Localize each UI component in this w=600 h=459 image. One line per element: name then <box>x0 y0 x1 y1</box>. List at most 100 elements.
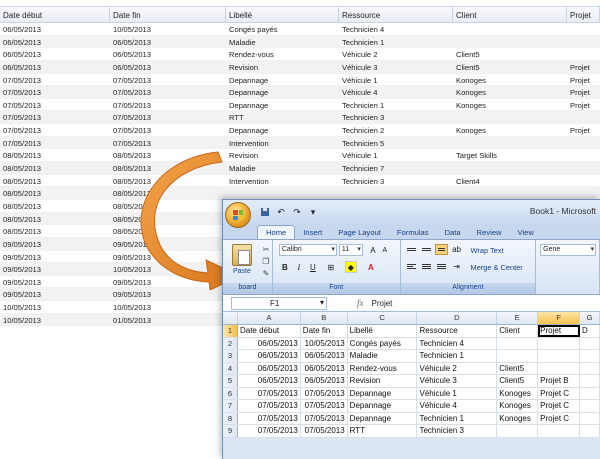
table-row[interactable]: 07/05/2013 07/05/2013 Intervention Technici… <box>0 136 600 150</box>
sheet-cell[interactable]: Congés payés <box>348 337 418 349</box>
active-cell[interactable]: Projet <box>538 325 581 337</box>
select-all-corner[interactable] <box>223 312 238 324</box>
sheet-cell[interactable]: Projet C <box>538 412 581 424</box>
orientation-icon[interactable]: ab <box>451 243 463 255</box>
sheet-cell[interactable]: Client5 <box>497 362 539 374</box>
align-middle-icon[interactable] <box>420 244 433 255</box>
wrap-text-button[interactable]: Wrap Text <box>471 246 504 255</box>
fx-icon[interactable]: fx <box>357 298 364 308</box>
col-header-g[interactable]: G <box>580 312 600 324</box>
underline-button[interactable]: U <box>307 261 319 273</box>
col-header-e[interactable]: E <box>497 312 539 324</box>
formula-input[interactable]: Projet <box>372 299 393 308</box>
table-row[interactable]: 07/05/2013 07/05/2013 Depannage Technicien … <box>0 124 600 137</box>
copy-icon[interactable]: ❐ <box>261 257 271 266</box>
sheet-cell[interactable]: Konoges <box>497 387 539 399</box>
tab-view[interactable]: View <box>510 226 542 239</box>
sheet-cell[interactable]: 06/05/2013 <box>301 350 348 362</box>
col-header-f[interactable]: F <box>538 312 581 324</box>
font-name-select[interactable]: Calibri <box>278 244 337 256</box>
save-icon[interactable] <box>259 206 271 218</box>
sheet-cell[interactable]: 07/05/2013 <box>301 400 348 412</box>
grow-font-icon[interactable]: A <box>367 244 379 256</box>
sheet-cell[interactable]: 06/05/2013 <box>238 362 301 374</box>
table-row[interactable]: 06/05/2013 06/05/2013 Maladie Technicien 1 <box>0 35 600 49</box>
sheet-cell[interactable] <box>538 362 581 374</box>
bold-button[interactable]: B <box>279 261 291 273</box>
table-row[interactable]: 08/05/2013 08/05/2013 Maladie Technicien 7 <box>0 162 600 175</box>
sheet-cell[interactable]: Véhicule 1 <box>417 387 498 399</box>
sheet-cell[interactable]: Projet C <box>538 387 581 399</box>
sheet-cell[interactable] <box>538 425 581 437</box>
tab-data[interactable]: Data <box>437 226 469 239</box>
paste-icon[interactable] <box>232 244 252 266</box>
row-header[interactable]: 3 <box>223 350 238 362</box>
sheet-cell[interactable] <box>580 412 600 424</box>
sheet-cell[interactable] <box>538 350 581 362</box>
row-header[interactable]: 4 <box>223 362 238 374</box>
sheet-cell[interactable]: D <box>580 325 600 337</box>
sheet-cell[interactable]: Maladie <box>348 350 418 362</box>
sheet-cell[interactable]: 06/05/2013 <box>238 337 301 349</box>
header-libelle[interactable]: Libellé <box>226 7 339 22</box>
sheet-cell[interactable]: Véhicule 2 <box>417 362 498 374</box>
sheet-cell[interactable]: Revision <box>348 375 418 387</box>
font-color-icon[interactable]: A <box>365 261 377 273</box>
sheet-cell[interactable]: Date début <box>238 325 301 337</box>
sheet-cell[interactable]: Ressource <box>417 325 498 337</box>
sheet-cell[interactable]: Konoges <box>497 412 539 424</box>
name-box[interactable]: F1 <box>231 296 327 310</box>
tab-home[interactable]: Home <box>257 225 296 239</box>
sheet-cell[interactable]: 07/05/2013 <box>301 387 348 399</box>
tab-insert[interactable]: Insert <box>295 226 330 239</box>
sheet-cell[interactable] <box>580 375 600 387</box>
sheet-cell[interactable]: Depannage <box>348 400 418 412</box>
table-row[interactable]: 06/05/2013 06/05/2013 Revision Véhicule 3 Cl… <box>0 60 600 74</box>
sheet-cell[interactable]: Technicien 1 <box>417 412 498 424</box>
table-row[interactable]: 07/05/2013 07/05/2013 RTT Technicien 3 <box>0 111 600 125</box>
shrink-font-icon[interactable]: A <box>379 244 391 256</box>
merge-center-button[interactable]: Merge & Center <box>471 263 523 272</box>
col-header-c[interactable]: C <box>348 312 418 324</box>
align-center-icon[interactable] <box>420 261 433 272</box>
sheet-cell[interactable]: Date fin <box>301 325 348 337</box>
tab-review[interactable]: Review <box>469 226 510 239</box>
sheet-cell[interactable]: 10/05/2013 <box>301 337 348 349</box>
undo-icon[interactable]: ↶ <box>275 206 287 218</box>
sheet-cell[interactable] <box>580 337 600 349</box>
sheet-cell[interactable] <box>580 362 600 374</box>
sheet-cell[interactable] <box>497 350 539 362</box>
sheet-cell[interactable] <box>497 337 539 349</box>
sheet-cell[interactable]: 07/05/2013 <box>301 412 348 424</box>
header-ressource[interactable]: Ressource <box>339 7 453 22</box>
sheet-cell[interactable]: Depannage <box>348 412 418 424</box>
row-header[interactable]: 9 <box>223 425 238 437</box>
sheet-cell[interactable]: Depannage <box>348 387 418 399</box>
sheet-cell[interactable]: Technicien 4 <box>417 337 498 349</box>
italic-button[interactable]: I <box>293 261 305 273</box>
cut-icon[interactable]: ✂ <box>261 245 271 254</box>
table-row[interactable]: 07/05/2013 07/05/2013 Depannage Véhicule 4 K… <box>0 86 600 99</box>
table-row[interactable]: 08/05/2013 08/05/2013 Intervention Technici… <box>0 174 600 188</box>
sheet-cell[interactable]: 06/05/2013 <box>238 350 301 362</box>
align-right-icon[interactable] <box>435 261 448 272</box>
sheet-cell[interactable]: Véhicule 3 <box>417 375 498 387</box>
indent-icon[interactable]: ⇥ <box>451 260 463 272</box>
row-header[interactable]: 2 <box>223 337 238 349</box>
table-row[interactable]: 07/05/2013 07/05/2013 Depannage Technicien … <box>0 98 600 112</box>
sheet-cell[interactable] <box>580 425 600 437</box>
sheet-cell[interactable]: Libellé <box>348 325 418 337</box>
header-date-fin[interactable]: Date fin <box>110 7 226 22</box>
align-bottom-icon[interactable] <box>434 244 448 255</box>
fill-color-icon[interactable]: ◆ <box>344 261 357 273</box>
sheet-cell[interactable]: Projet B <box>538 375 581 387</box>
sheet-cell[interactable]: Technicien 1 <box>417 350 498 362</box>
sheet-cell[interactable]: 07/05/2013 <box>238 400 301 412</box>
header-client[interactable]: Client <box>453 7 567 22</box>
customize-qat-icon[interactable]: ▾ <box>307 206 319 218</box>
table-row[interactable]: 06/05/2013 06/05/2013 Rendez-vous Véhicule … <box>0 48 600 61</box>
align-top-icon[interactable] <box>405 244 418 255</box>
row-header[interactable]: 7 <box>223 400 238 412</box>
office-button[interactable] <box>225 202 251 228</box>
table-row[interactable]: 07/05/2013 07/05/2013 Depannage Véhicule 1 K… <box>0 73 600 87</box>
